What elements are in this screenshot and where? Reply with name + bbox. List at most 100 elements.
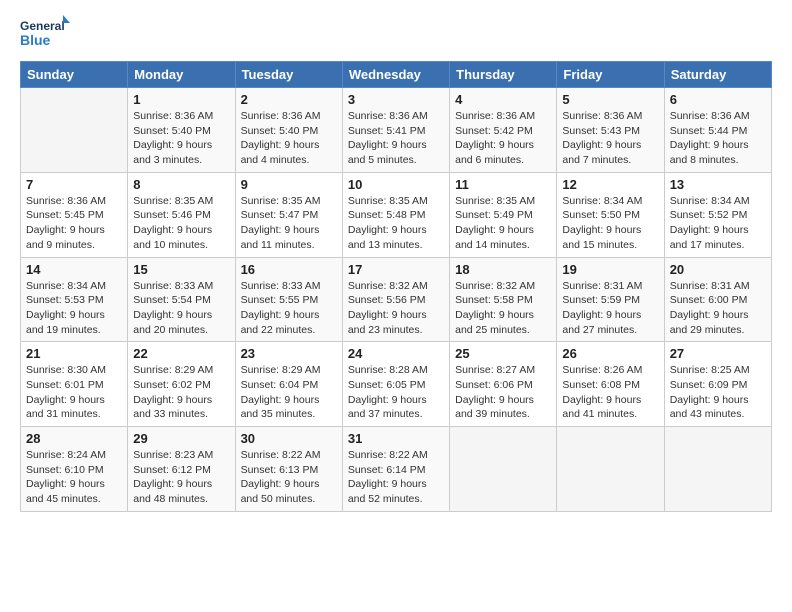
weekday-header: Monday	[128, 62, 235, 88]
day-number: 30	[241, 431, 337, 446]
calendar-cell	[21, 88, 128, 173]
calendar-cell: 20 Sunrise: 8:31 AMSunset: 6:00 PMDayligh…	[664, 257, 771, 342]
calendar-cell: 12 Sunrise: 8:34 AMSunset: 5:50 PMDayligh…	[557, 172, 664, 257]
day-info: Sunrise: 8:36 AMSunset: 5:40 PMDaylight:…	[133, 109, 229, 168]
day-info: Sunrise: 8:22 AMSunset: 6:14 PMDaylight:…	[348, 448, 444, 507]
day-number: 17	[348, 262, 444, 277]
calendar-cell: 13 Sunrise: 8:34 AMSunset: 5:52 PMDayligh…	[664, 172, 771, 257]
day-info: Sunrise: 8:31 AMSunset: 5:59 PMDaylight:…	[562, 279, 658, 338]
day-number: 12	[562, 177, 658, 192]
calendar-cell: 16Sunrise: 8:33 AMSunset: 5:55 PMDayligh…	[235, 257, 342, 342]
calendar-cell	[664, 427, 771, 512]
calendar-cell: 9 Sunrise: 8:35 AMSunset: 5:47 PMDaylight…	[235, 172, 342, 257]
day-number: 3	[348, 92, 444, 107]
day-number: 11	[455, 177, 551, 192]
day-number: 20	[670, 262, 766, 277]
calendar-cell: 5 Sunrise: 8:36 AMSunset: 5:43 PMDaylight…	[557, 88, 664, 173]
calendar-cell: 6 Sunrise: 8:36 AMSunset: 5:44 PMDaylight…	[664, 88, 771, 173]
calendar-cell: 10 Sunrise: 8:35 AMSunset: 5:48 PMDayligh…	[342, 172, 449, 257]
calendar-cell: 8 Sunrise: 8:35 AMSunset: 5:46 PMDaylight…	[128, 172, 235, 257]
day-number: 10	[348, 177, 444, 192]
day-info: Sunrise: 8:23 AMSunset: 6:12 PMDaylight:…	[133, 448, 229, 507]
day-number: 26	[562, 346, 658, 361]
calendar-cell: 31 Sunrise: 8:22 AMSunset: 6:14 PMDayligh…	[342, 427, 449, 512]
day-number: 6	[670, 92, 766, 107]
day-info: Sunrise: 8:36 AMSunset: 5:45 PMDaylight:…	[26, 194, 122, 253]
calendar-cell	[557, 427, 664, 512]
day-number: 16	[241, 262, 337, 277]
day-number: 18	[455, 262, 551, 277]
calendar-cell	[450, 427, 557, 512]
weekday-header: Thursday	[450, 62, 557, 88]
day-info: Sunrise: 8:35 AMSunset: 5:49 PMDaylight:…	[455, 194, 551, 253]
day-number: 15	[133, 262, 229, 277]
calendar-cell: 28Sunrise: 8:24 AMSunset: 6:10 PMDayligh…	[21, 427, 128, 512]
day-info: Sunrise: 8:34 AMSunset: 5:50 PMDaylight:…	[562, 194, 658, 253]
day-info: Sunrise: 8:22 AMSunset: 6:13 PMDaylight:…	[241, 448, 337, 507]
weekday-header: Friday	[557, 62, 664, 88]
day-number: 4	[455, 92, 551, 107]
day-number: 9	[241, 177, 337, 192]
calendar-cell: 14 Sunrise: 8:34 AMSunset: 5:53 PMDayligh…	[21, 257, 128, 342]
day-number: 7	[26, 177, 122, 192]
day-info: Sunrise: 8:25 AMSunset: 6:09 PMDaylight:…	[670, 363, 766, 422]
day-number: 19	[562, 262, 658, 277]
day-info: Sunrise: 8:35 AMSunset: 5:47 PMDaylight:…	[241, 194, 337, 253]
calendar-cell: 25 Sunrise: 8:27 AMSunset: 6:06 PMDayligh…	[450, 342, 557, 427]
day-number: 5	[562, 92, 658, 107]
weekday-header: Wednesday	[342, 62, 449, 88]
calendar-cell: 15Sunrise: 8:33 AMSunset: 5:54 PMDayligh…	[128, 257, 235, 342]
day-info: Sunrise: 8:35 AMSunset: 5:48 PMDaylight:…	[348, 194, 444, 253]
day-number: 22	[133, 346, 229, 361]
day-info: Sunrise: 8:35 AMSunset: 5:46 PMDaylight:…	[133, 194, 229, 253]
page-header: General Blue	[20, 15, 772, 51]
logo: General Blue	[20, 15, 70, 51]
calendar-cell: 3 Sunrise: 8:36 AMSunset: 5:41 PMDaylight…	[342, 88, 449, 173]
day-info: Sunrise: 8:31 AMSunset: 6:00 PMDaylight:…	[670, 279, 766, 338]
day-number: 21	[26, 346, 122, 361]
calendar-cell: 24Sunrise: 8:28 AMSunset: 6:05 PMDayligh…	[342, 342, 449, 427]
calendar-cell: 2Sunrise: 8:36 AMSunset: 5:40 PMDaylight…	[235, 88, 342, 173]
svg-text:Blue: Blue	[20, 32, 51, 48]
day-number: 23	[241, 346, 337, 361]
day-info: Sunrise: 8:36 AMSunset: 5:41 PMDaylight:…	[348, 109, 444, 168]
calendar-cell: 4 Sunrise: 8:36 AMSunset: 5:42 PMDaylight…	[450, 88, 557, 173]
day-info: Sunrise: 8:36 AMSunset: 5:43 PMDaylight:…	[562, 109, 658, 168]
calendar-cell: 1Sunrise: 8:36 AMSunset: 5:40 PMDaylight…	[128, 88, 235, 173]
day-info: Sunrise: 8:36 AMSunset: 5:42 PMDaylight:…	[455, 109, 551, 168]
day-number: 13	[670, 177, 766, 192]
svg-text:General: General	[20, 19, 65, 33]
day-info: Sunrise: 8:27 AMSunset: 6:06 PMDaylight:…	[455, 363, 551, 422]
day-info: Sunrise: 8:32 AMSunset: 5:58 PMDaylight:…	[455, 279, 551, 338]
calendar-cell: 30 Sunrise: 8:22 AMSunset: 6:13 PMDayligh…	[235, 427, 342, 512]
day-info: Sunrise: 8:28 AMSunset: 6:05 PMDaylight:…	[348, 363, 444, 422]
weekday-header: Tuesday	[235, 62, 342, 88]
day-info: Sunrise: 8:24 AMSunset: 6:10 PMDaylight:…	[26, 448, 122, 507]
day-number: 14	[26, 262, 122, 277]
weekday-header: Saturday	[664, 62, 771, 88]
calendar-cell: 29 Sunrise: 8:23 AMSunset: 6:12 PMDayligh…	[128, 427, 235, 512]
day-number: 31	[348, 431, 444, 446]
calendar-cell: 11 Sunrise: 8:35 AMSunset: 5:49 PMDayligh…	[450, 172, 557, 257]
day-info: Sunrise: 8:30 AMSunset: 6:01 PMDaylight:…	[26, 363, 122, 422]
day-number: 25	[455, 346, 551, 361]
day-info: Sunrise: 8:32 AMSunset: 5:56 PMDaylight:…	[348, 279, 444, 338]
calendar-cell: 7 Sunrise: 8:36 AMSunset: 5:45 PMDaylight…	[21, 172, 128, 257]
calendar-header: SundayMondayTuesdayWednesdayThursdayFrid…	[21, 62, 772, 88]
day-number: 8	[133, 177, 229, 192]
calendar-cell: 21 Sunrise: 8:30 AMSunset: 6:01 PMDayligh…	[21, 342, 128, 427]
day-info: Sunrise: 8:34 AMSunset: 5:53 PMDaylight:…	[26, 279, 122, 338]
day-info: Sunrise: 8:29 AMSunset: 6:04 PMDaylight:…	[241, 363, 337, 422]
calendar-cell: 17 Sunrise: 8:32 AMSunset: 5:56 PMDayligh…	[342, 257, 449, 342]
day-info: Sunrise: 8:34 AMSunset: 5:52 PMDaylight:…	[670, 194, 766, 253]
logo-svg: General Blue	[20, 15, 70, 51]
day-number: 29	[133, 431, 229, 446]
calendar-cell: 26 Sunrise: 8:26 AMSunset: 6:08 PMDayligh…	[557, 342, 664, 427]
calendar-cell: 19 Sunrise: 8:31 AMSunset: 5:59 PMDayligh…	[557, 257, 664, 342]
calendar-table: SundayMondayTuesdayWednesdayThursdayFrid…	[20, 61, 772, 512]
calendar-cell: 27 Sunrise: 8:25 AMSunset: 6:09 PMDayligh…	[664, 342, 771, 427]
day-info: Sunrise: 8:36 AMSunset: 5:44 PMDaylight:…	[670, 109, 766, 168]
calendar-cell: 23 Sunrise: 8:29 AMSunset: 6:04 PMDayligh…	[235, 342, 342, 427]
day-info: Sunrise: 8:26 AMSunset: 6:08 PMDaylight:…	[562, 363, 658, 422]
day-number: 27	[670, 346, 766, 361]
